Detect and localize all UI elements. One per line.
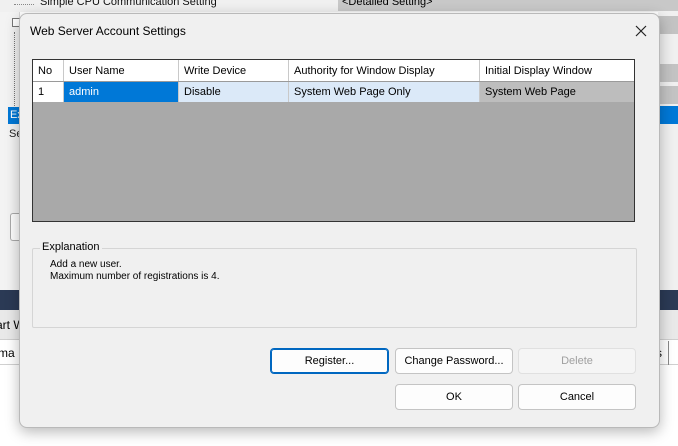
background-divider [668,341,669,365]
table-row[interactable]: 1 admin Disable System Web Page Only Sys… [33,82,634,102]
account-table[interactable]: No User Name Write Device Authority for … [32,59,635,222]
close-button[interactable] [625,16,657,46]
explanation-line: Maximum number of registrations is 4. [50,271,220,282]
background-right-panel [658,12,678,302]
change-password-button[interactable]: Change Password... [395,348,513,374]
background-tree-item-value-text: <Detailed Setting> [342,0,433,8]
ok-button[interactable]: OK [395,384,513,410]
cell-user-name[interactable]: admin [64,82,179,102]
column-header-initial-window[interactable]: Initial Display Window [480,60,634,81]
close-icon [635,25,647,37]
background-right-cell [658,86,678,104]
background-right-cell [658,16,678,34]
cell-write-device[interactable]: Disable [179,82,289,102]
background-right-cell [658,64,678,82]
web-server-account-settings-dialog: Web Server Account Settings No User Name… [19,13,660,428]
cell-no[interactable]: 1 [33,82,64,102]
background-tree-item-label: Simple CPU Communication Setting [40,0,217,8]
background-tree-item-value[interactable]: <Detailed Setting> [338,0,678,11]
background-right-selected-cell [658,106,678,124]
explanation-group: Explanation Add a new user. Maximum numb… [32,241,637,328]
background-left-panel [0,12,21,302]
column-header-no[interactable]: No [33,60,64,81]
background-tab[interactable]: art W [0,318,20,332]
table-header: No User Name Write Device Authority for … [33,60,634,82]
background-tree-item[interactable]: Simple CPU Communication Setting [0,0,340,11]
column-header-user-name[interactable]: User Name [64,60,179,81]
delete-button[interactable]: Delete [518,348,636,374]
register-button[interactable]: Register... [270,348,389,374]
cell-authority[interactable]: System Web Page Only [289,82,480,102]
tree-connector [14,4,34,5]
explanation-label: Explanation [40,241,102,253]
cancel-button[interactable]: Cancel [518,384,636,410]
dialog-title: Web Server Account Settings [30,24,186,38]
column-header-authority[interactable]: Authority for Window Display [289,60,480,81]
background-list-header-text: rma [0,346,15,360]
column-header-write-device[interactable]: Write Device [179,60,289,81]
cell-initial-window[interactable]: System Web Page [480,82,634,102]
explanation-line: Add a new user. [50,259,122,270]
